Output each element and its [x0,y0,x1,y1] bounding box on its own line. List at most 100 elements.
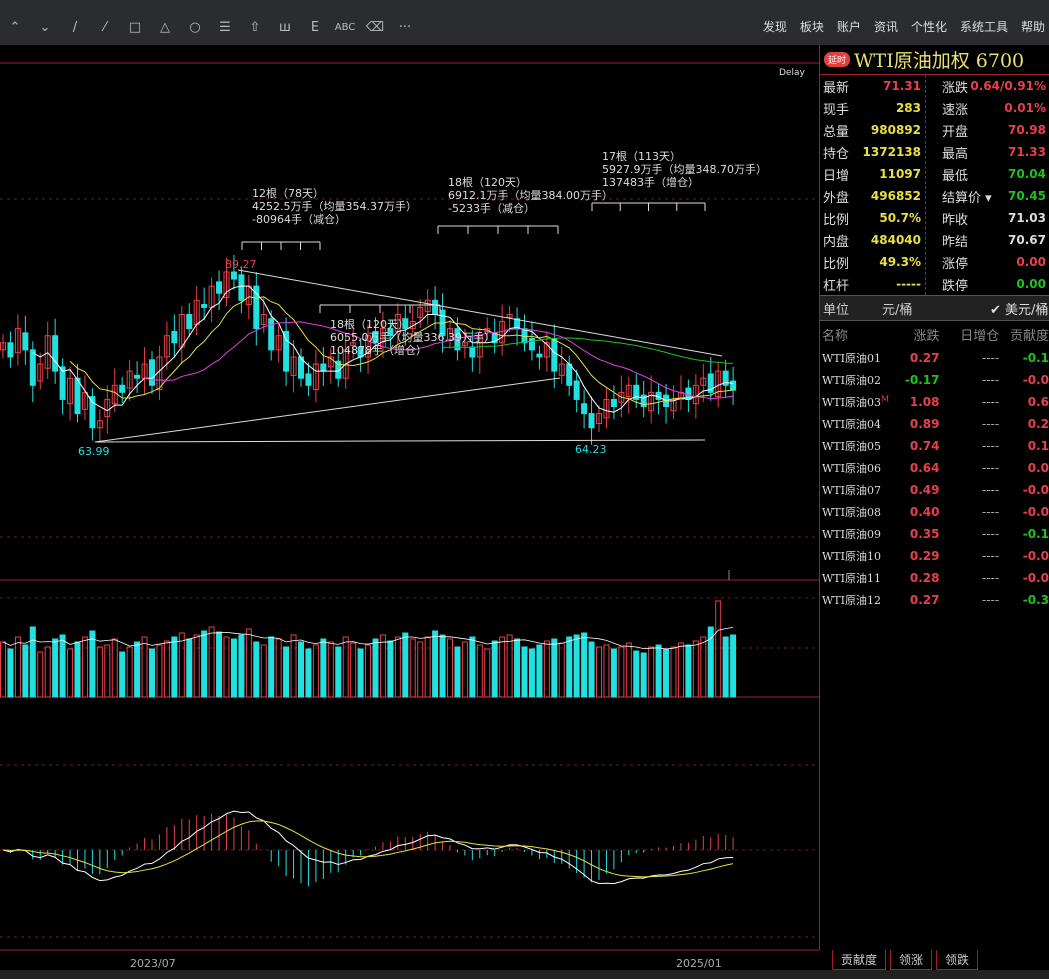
contract-contribution: 0.0 [1027,461,1049,475]
down-double-chevron-tool-icon[interactable]: ⌄ [30,20,60,35]
contract-contribution: -0.0 [1022,549,1049,563]
volume-bar [238,634,245,698]
quote-row: 比例 50.7% [820,207,925,229]
contract-name-text: WTI原油11 [822,572,881,585]
candle-down [573,380,580,400]
volume-bar [581,632,588,698]
menu-item[interactable]: 个性化 [911,18,947,35]
candle-down [730,380,737,391]
col-contribution[interactable]: 贡献度 [999,325,1049,344]
contract-row[interactable]: WTI原油06 0.64 ---- 0.0 [820,457,1049,479]
kline-chart[interactable]: 89.27 63.99 64.23 Delay 12根（78天）4252.5万手（均量3… [0,45,819,970]
contract-row[interactable]: WTI原油05 0.74 ---- 0.1 [820,435,1049,457]
contract-change: 0.64 [909,461,940,475]
quote-label: 最高 [942,146,969,162]
rectangle-tool-icon[interactable]: □ [120,20,150,35]
menu-item[interactable]: 板块 [800,18,824,35]
menu-item[interactable]: 发现 [763,18,787,35]
volume-bar [0,641,6,698]
contract-row[interactable]: WTI原油07 0.49 ---- -0.0 [820,479,1049,501]
contract-name-text: WTI原油08 [822,506,881,519]
volume-bar [625,642,632,698]
volume-bar [536,644,543,698]
volume-bar [655,644,662,698]
candle-down [610,398,617,408]
list-header: 名称 涨跌 日增仓 贡献度 [820,321,1049,347]
up-double-chevron-tool-icon[interactable]: ⌃ [0,20,30,35]
volume-bar [327,641,334,698]
menu-item[interactable]: 资讯 [874,18,898,35]
volume-bar [677,642,684,698]
quote-label: 最新 [823,80,850,96]
menu-item[interactable]: 系统工具 [960,18,1008,35]
contract-change: 0.49 [909,483,940,497]
bars-tool-icon[interactable]: ш [270,20,300,35]
contract-name: WTI原油07 [820,482,898,498]
volume-bar [7,648,14,698]
quote-value: 0.00 [1016,277,1046,291]
candle-down [22,332,29,351]
candle-down [320,363,327,372]
unit-usd-option[interactable]: ✔ 美元/桶 [990,299,1048,318]
tab-0[interactable]: 贡献度 [832,950,887,970]
quote-value: 71.33 [1008,145,1046,159]
quote-label: 持仓 [823,146,850,162]
contract-oi-change: ---- [981,373,1000,387]
fib-tool-icon[interactable]: E [300,20,330,35]
contract-row[interactable]: WTI原油04 0.89 ---- 0.2 [820,413,1049,435]
contract-row[interactable]: WTI原油09 0.35 ---- -0.1 [820,523,1049,545]
volume-bar [320,638,327,698]
volume-bar [81,636,88,698]
contract-name: WTI原油12 [820,592,898,608]
unit-cny-option[interactable]: 元/桶 [882,299,990,318]
contract-name-text: WTI原油07 [822,484,881,497]
contract-row[interactable]: WTI原油10 0.29 ---- -0.0 [820,545,1049,567]
contract-name: WTI原油01 [820,350,898,366]
contract-name-text: WTI原油02 [822,374,881,387]
bottom-tabs: 贡献度 领涨 领跌 [832,950,979,970]
range-annotation-text: 104878手（增仓） [330,343,427,357]
quote-row: 最新 71.31 [820,75,925,97]
volume-bar [29,626,36,698]
candle-down [59,366,66,400]
quote-row: 杠杆 ----- [820,273,925,295]
text-block-tool-icon[interactable]: ☰ [210,20,240,35]
contract-row[interactable]: WTI原油03M 1.08 ---- 0.6 [820,391,1049,413]
eraser-tool-icon[interactable]: ⌫ [360,20,390,35]
quote-label: 最低 [942,168,969,184]
x-axis-label: 2025/01 [676,957,722,970]
contract-name: WTI原油04 [820,416,898,432]
ellipse-tool-icon[interactable]: ○ [180,20,210,35]
quote-label: 日增 [823,168,850,184]
tab-1[interactable]: 领涨 [890,950,933,970]
contract-row[interactable]: WTI原油12 0.27 ---- -0.3 [820,589,1049,611]
volume-bar [208,626,215,698]
quote-row: 昨收 71.03 [926,207,1049,229]
volume-bar [119,651,126,698]
triangle-tool-icon[interactable]: △ [150,20,180,35]
volume-bar [156,644,163,698]
segment-tool-icon[interactable]: ⁄ [90,20,120,35]
quote-label: 涨停 [942,256,969,272]
menu-item[interactable]: 帮助 [1021,18,1045,35]
col-name[interactable]: 名称 [820,325,898,344]
candle-down [149,359,155,386]
trend-line-lower [94,439,706,443]
col-change[interactable]: 涨跌 [898,325,939,344]
line-tool-icon[interactable]: / [60,20,90,35]
volume-bar [543,640,550,698]
menu-item[interactable]: 账户 [837,18,861,35]
ABC-tool-icon[interactable]: ABC [330,22,360,33]
contract-row[interactable]: WTI原油02 -0.17 ---- -0.0 [820,369,1049,391]
arrow-up-tool-icon[interactable]: ⇧ [240,20,270,35]
contract-row[interactable]: WTI原油08 0.40 ---- -0.0 [820,501,1049,523]
contract-row[interactable]: WTI原油11 0.28 ---- -0.0 [820,567,1049,589]
quote-row: 跌停 0.00 [926,273,1049,295]
tab-2[interactable]: 领跌 [936,950,979,970]
candle-down [134,374,141,379]
volume-bar [700,636,707,698]
col-oi-change[interactable]: 日增仓 [939,325,999,344]
contract-row[interactable]: WTI原油01 0.27 ---- -0.1 [820,347,1049,369]
volume-bar [506,634,513,698]
more-tool-icon[interactable]: ··· [390,20,420,35]
